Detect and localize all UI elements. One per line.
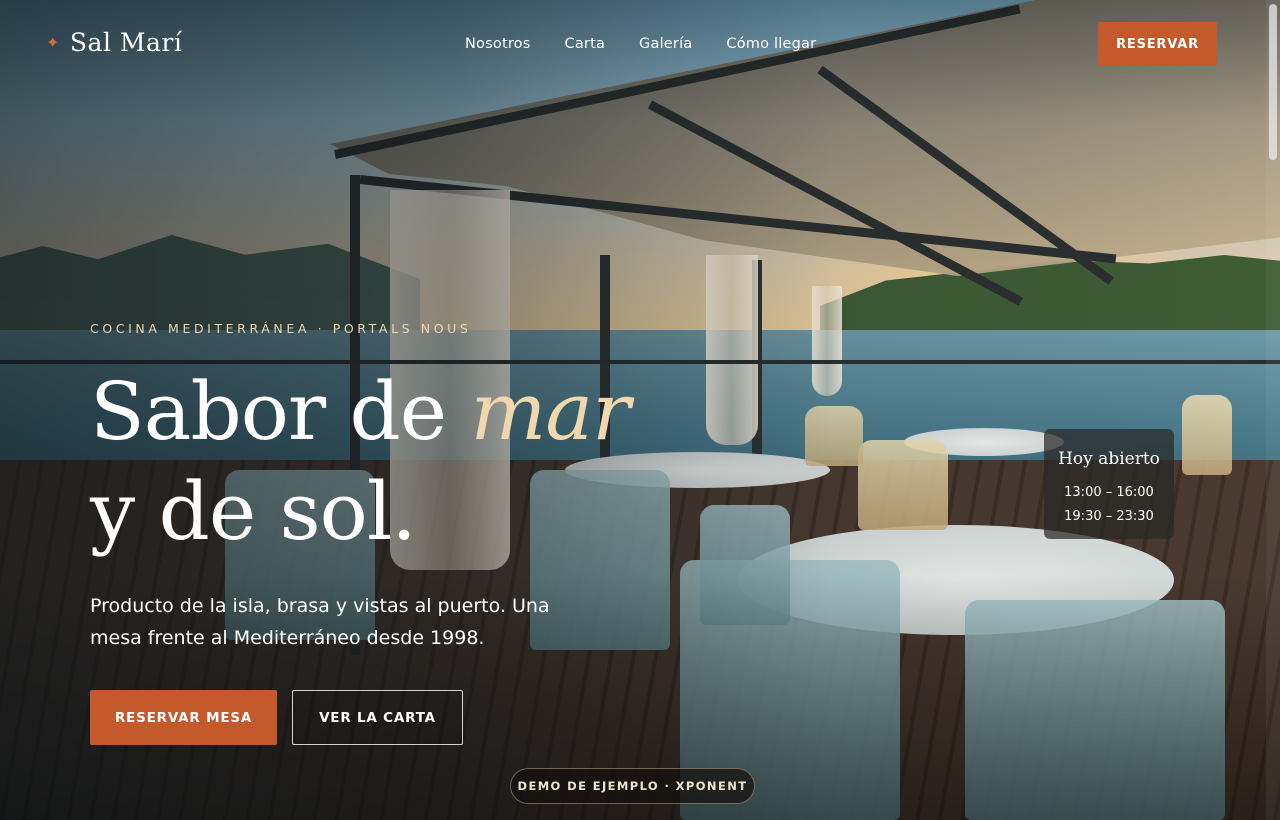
hero-lead: Producto de la isla, brasa y vistas al p… — [90, 595, 550, 649]
scrollbar-thumb[interactable] — [1269, 4, 1277, 160]
hero-title-line2: y de sol. — [90, 465, 417, 558]
hours-title: Hoy abierto — [1058, 449, 1160, 469]
site-header: ✦ Sal Marí Nosotros Carta Galería Cómo l… — [0, 0, 1280, 90]
hero-eyebrow: COCINA MEDITERRÁNEA · PORTALS NOUS — [90, 321, 472, 336]
nav-link-nosotros[interactable]: Nosotros — [465, 36, 531, 52]
reserve-table-button[interactable]: RESERVAR MESA — [90, 690, 277, 745]
opening-hours-card: Hoy abierto 13:00 – 16:00 19:30 – 23:30 — [1044, 429, 1174, 539]
hours-slot-dinner: 19:30 – 23:30 — [1064, 509, 1154, 524]
hero-title-line1: Sabor de — [90, 365, 471, 458]
hero-title: Sabor de mar y de sol. — [90, 362, 631, 562]
sparkle-icon: ✦ — [46, 33, 60, 52]
main-nav: Nosotros Carta Galería Cómo llegar — [465, 36, 816, 52]
reserve-button[interactable]: RESERVAR — [1098, 22, 1217, 66]
brand-logo[interactable]: ✦ Sal Marí — [46, 28, 182, 57]
nav-link-galeria[interactable]: Galería — [639, 36, 692, 52]
view-menu-button[interactable]: VER LA CARTA — [292, 690, 463, 745]
hero-title-accent: mar — [470, 365, 631, 458]
scrollbar[interactable] — [1266, 0, 1280, 820]
brand-name: Sal Marí — [69, 28, 183, 57]
nav-link-carta[interactable]: Carta — [565, 36, 606, 52]
demo-badge: DEMO DE EJEMPLO · XPONENT — [510, 768, 755, 804]
nav-link-como-llegar[interactable]: Cómo llegar — [726, 36, 816, 52]
hero-cta-group: RESERVAR MESA VER LA CARTA — [90, 690, 463, 745]
hours-slot-lunch: 13:00 – 16:00 — [1064, 485, 1154, 500]
